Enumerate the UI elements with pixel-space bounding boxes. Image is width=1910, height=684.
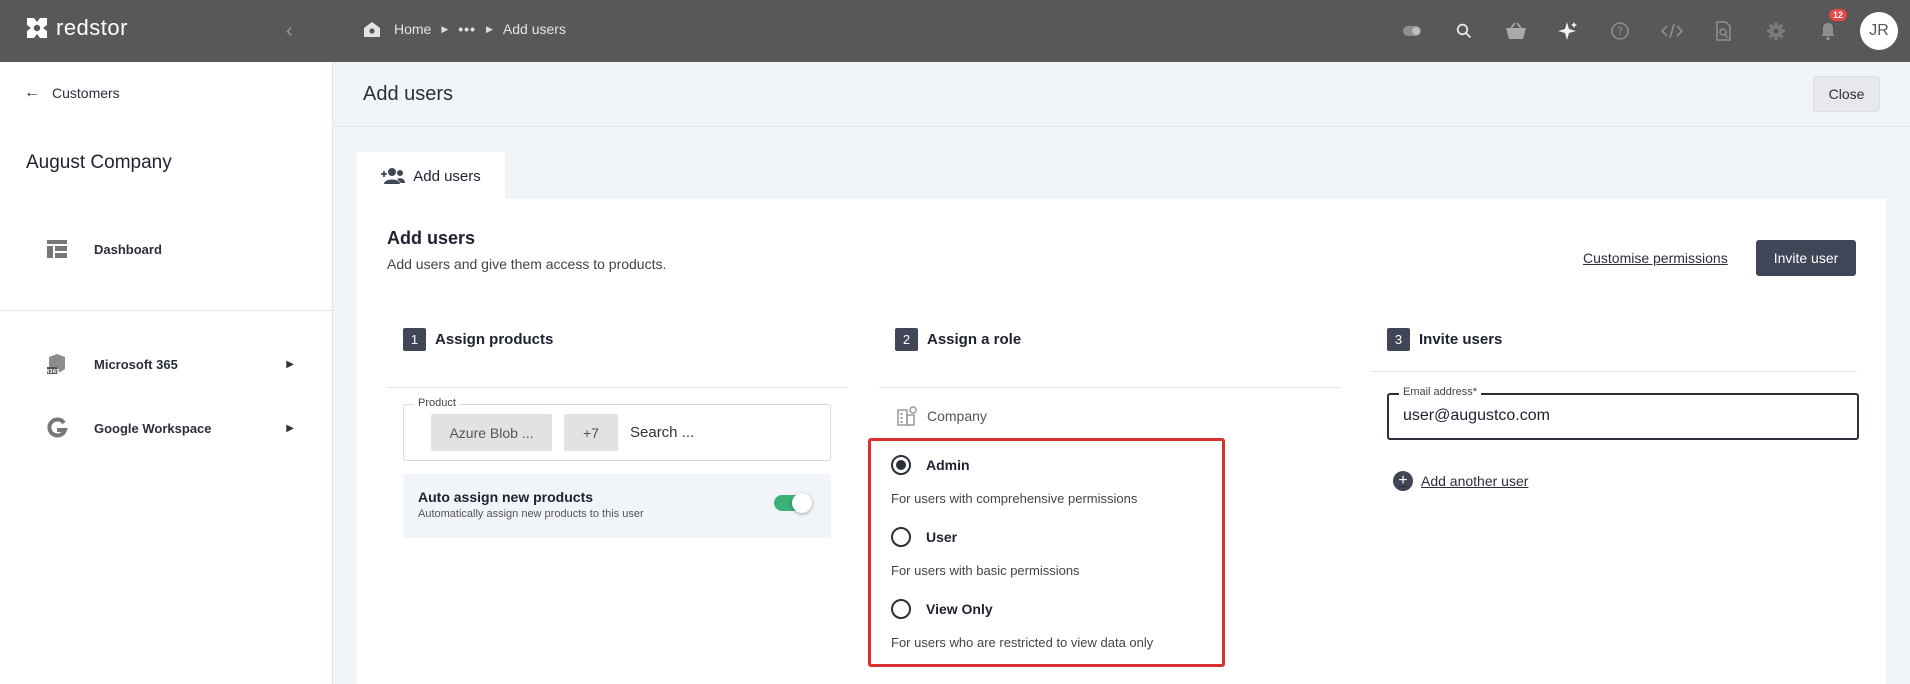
- breadcrumb-home-label: Home: [394, 21, 432, 37]
- dashboard-icon: [44, 240, 70, 258]
- auto-assign-title: Auto assign new products: [418, 489, 594, 505]
- auto-assign-description: Automatically assign new products to thi…: [418, 508, 644, 520]
- step-number: 2: [895, 328, 918, 351]
- close-button[interactable]: Close: [1813, 76, 1880, 112]
- sidebar-divider: [0, 310, 333, 311]
- radio-unselected[interactable]: [891, 527, 911, 547]
- panel-title: Add users: [387, 228, 476, 248]
- step-assign-role: 2 Assign a role Company Admin For users …: [868, 306, 1340, 684]
- breadcrumb-current: Add users: [502, 21, 566, 37]
- tab-label: Add users: [413, 167, 481, 185]
- company-scope: Company: [897, 406, 987, 426]
- product-chip[interactable]: Azure Blob ...: [431, 414, 552, 451]
- tab-add-users[interactable]: Add users: [357, 152, 505, 200]
- step-2-header: 2 Assign a role: [895, 328, 1021, 351]
- sidebar-item-label: Microsoft 365: [94, 356, 178, 372]
- toggle-knob: [792, 493, 812, 513]
- company-name: August Company: [26, 152, 172, 173]
- back-to-customers-link[interactable]: ← Customers: [24, 84, 120, 102]
- top-toolbar: ? 12 JR: [1386, 0, 1910, 62]
- step-invite-users: 3 Invite users Email address* + Add anot…: [1371, 306, 1859, 684]
- step-title: Assign products: [435, 331, 554, 348]
- search-icon[interactable]: [1438, 0, 1490, 62]
- step-divider: [387, 387, 847, 388]
- theme-toggle-icon[interactable]: [1386, 0, 1438, 62]
- role-name: Admin: [926, 457, 970, 473]
- chevron-right-icon: ▶: [441, 23, 449, 34]
- breadcrumb-home[interactable]: Home: [362, 20, 431, 38]
- sidebar-item-microsoft-365[interactable]: M365 Microsoft 365 ▶: [44, 353, 294, 375]
- sidebar-item-google-workspace[interactable]: Google Workspace ▶: [44, 417, 294, 439]
- step-3-header: 3 Invite users: [1387, 328, 1502, 351]
- add-another-user-link[interactable]: + Add another user: [1393, 471, 1528, 491]
- company-label: Company: [927, 408, 987, 424]
- auto-assign-row: Auto assign new products Automatically a…: [403, 474, 831, 538]
- role-description: For users with comprehensive permissions: [891, 491, 1138, 506]
- logo-text: redstor: [56, 15, 128, 40]
- more-products-chip[interactable]: +7: [564, 414, 618, 451]
- product-select[interactable]: Product Azure Blob ... +7 Search ...: [403, 397, 831, 461]
- role-name: User: [926, 529, 958, 545]
- plus-circle-icon: +: [1393, 471, 1413, 491]
- settings-gear-icon[interactable]: [1750, 0, 1802, 62]
- sparkle-ai-icon[interactable]: [1542, 0, 1594, 62]
- svg-text:M365: M365: [45, 369, 60, 375]
- sidebar-item-dashboard[interactable]: Dashboard: [44, 240, 294, 258]
- microsoft-365-icon: M365: [44, 353, 70, 375]
- top-bar: redstor ‹ Home ▶ ••• ▶ Add users ? 12 JR: [0, 0, 1910, 62]
- header-divider: [333, 126, 1910, 127]
- notifications-badge: 12: [1829, 9, 1848, 21]
- company-building-icon: [897, 406, 917, 426]
- radio-unselected[interactable]: [891, 599, 911, 619]
- document-search-icon[interactable]: [1698, 0, 1750, 62]
- email-field-label: Email address*: [1399, 386, 1481, 398]
- basket-icon[interactable]: [1490, 0, 1542, 62]
- chevron-right-icon: ▶: [486, 23, 493, 34]
- arrow-left-icon: ←: [24, 84, 40, 101]
- breadcrumb-ellipsis[interactable]: •••: [458, 21, 476, 37]
- sidebar-item-label: Google Workspace: [94, 420, 212, 436]
- home-icon: [364, 22, 380, 37]
- help-icon[interactable]: ?: [1594, 0, 1646, 62]
- back-link-label: Customers: [52, 85, 120, 101]
- step-title: Invite users: [1419, 331, 1503, 348]
- customise-permissions-link[interactable]: Customise permissions: [1583, 250, 1728, 266]
- radio-selected[interactable]: [891, 455, 911, 475]
- email-input[interactable]: [1403, 407, 1843, 425]
- role-description: For users with basic permissions: [891, 563, 1080, 578]
- sidebar-item-label: Dashboard: [94, 241, 162, 257]
- step-divider: [1371, 371, 1857, 372]
- redstor-logo-icon: [27, 18, 47, 38]
- collapse-sidebar-icon[interactable]: ‹: [286, 20, 293, 43]
- step-assign-products: 1 Assign products Product Azure Blob ...…: [387, 306, 847, 684]
- step-divider: [879, 387, 1340, 388]
- auto-assign-toggle[interactable]: [774, 493, 812, 513]
- breadcrumb: Home ▶ ••• ▶ Add users: [362, 20, 566, 38]
- user-avatar[interactable]: JR: [1860, 12, 1898, 50]
- sidebar: ← Customers August Company Dashboard M36…: [0, 62, 333, 684]
- redstor-logo[interactable]: redstor: [24, 15, 128, 41]
- role-name: View Only: [926, 601, 993, 617]
- role-description: For users who are restricted to view dat…: [891, 635, 1154, 650]
- add-users-icon: [381, 168, 406, 184]
- notifications-bell-icon[interactable]: 12: [1802, 0, 1854, 62]
- caret-right-icon: ▶: [286, 358, 294, 370]
- invite-user-button[interactable]: Invite user: [1756, 240, 1856, 276]
- panel-subtitle: Add users and give them access to produc…: [387, 256, 667, 272]
- add-another-user-label: Add another user: [1421, 473, 1529, 489]
- step-number: 3: [1387, 328, 1410, 351]
- step-number: 1: [403, 328, 426, 351]
- product-search-input[interactable]: Search ...: [630, 424, 694, 441]
- role-options-highlight: Admin For users with comprehensive permi…: [868, 438, 1225, 667]
- step-1-header: 1 Assign products: [403, 328, 553, 351]
- step-title: Assign a role: [927, 331, 1022, 348]
- caret-right-icon: ▶: [286, 422, 294, 434]
- email-field[interactable]: Email address*: [1387, 386, 1859, 440]
- svg-text:?: ?: [1617, 25, 1623, 38]
- google-icon: [44, 417, 70, 439]
- page-title: Add users: [363, 83, 454, 105]
- product-field-label: Product: [414, 397, 460, 409]
- code-icon[interactable]: [1646, 0, 1698, 62]
